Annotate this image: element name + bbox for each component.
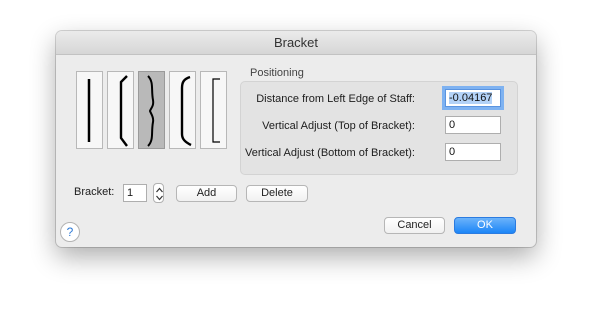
distance-left-edge-label: Distance from Left Edge of Staff: <box>256 93 415 105</box>
curved-bracket-icon <box>180 75 192 147</box>
positioning-group-title: Positioning <box>250 67 304 79</box>
curly-brace-icon <box>147 75 155 147</box>
delete-button[interactable]: Delete <box>246 185 308 202</box>
distance-left-edge-value: -0.04167 <box>449 92 493 104</box>
vertical-adjust-bottom-field[interactable]: 0 <box>445 143 501 161</box>
add-button[interactable]: Add <box>176 185 237 202</box>
bracket-style-curly-brace[interactable] <box>138 71 165 149</box>
plain-bar-icon <box>87 79 91 142</box>
bracket-number-field[interactable]: 1 <box>123 184 147 202</box>
vertical-adjust-top-field[interactable]: 0 <box>445 116 501 134</box>
bracket-style-thin-square-bracket[interactable] <box>200 71 227 149</box>
distance-left-edge-field[interactable]: -0.04167 <box>445 89 501 107</box>
thin-square-bracket-icon <box>212 78 220 143</box>
cancel-button[interactable]: Cancel <box>384 217 445 234</box>
window-title: Bracket <box>56 31 536 55</box>
bracket-style-square-bracket[interactable] <box>107 71 134 149</box>
square-bracket-icon <box>119 75 128 147</box>
bracket-number-stepper[interactable] <box>153 183 164 203</box>
bracket-style-curved-bracket[interactable] <box>169 71 196 149</box>
bracket-dialog: Bracket Positioning Distance from Left E… <box>56 31 536 247</box>
bracket-style-plain-bar[interactable] <box>76 71 103 149</box>
ok-button[interactable]: OK <box>454 217 516 234</box>
positioning-group: Distance from Left Edge of Staff: -0.041… <box>240 81 518 175</box>
bracket-number-label: Bracket: <box>74 186 115 198</box>
help-icon[interactable]: ? <box>60 222 80 242</box>
vertical-adjust-top-label: Vertical Adjust (Top of Bracket): <box>262 120 415 132</box>
vertical-adjust-bottom-label: Vertical Adjust (Bottom of Bracket): <box>245 147 415 159</box>
stepper-arrows-icon <box>156 187 163 201</box>
